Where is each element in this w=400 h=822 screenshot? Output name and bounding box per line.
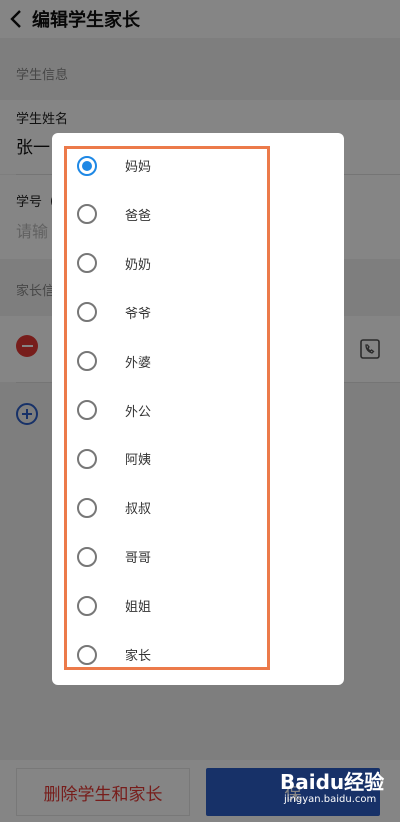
watermark-site: jingyan.baidu.com (284, 794, 377, 805)
watermark-logo: Baidu经验 (280, 770, 385, 794)
watermark: Baidu经验 jingyan.baidu.com (280, 766, 392, 814)
highlight-annotation-box (64, 146, 270, 670)
